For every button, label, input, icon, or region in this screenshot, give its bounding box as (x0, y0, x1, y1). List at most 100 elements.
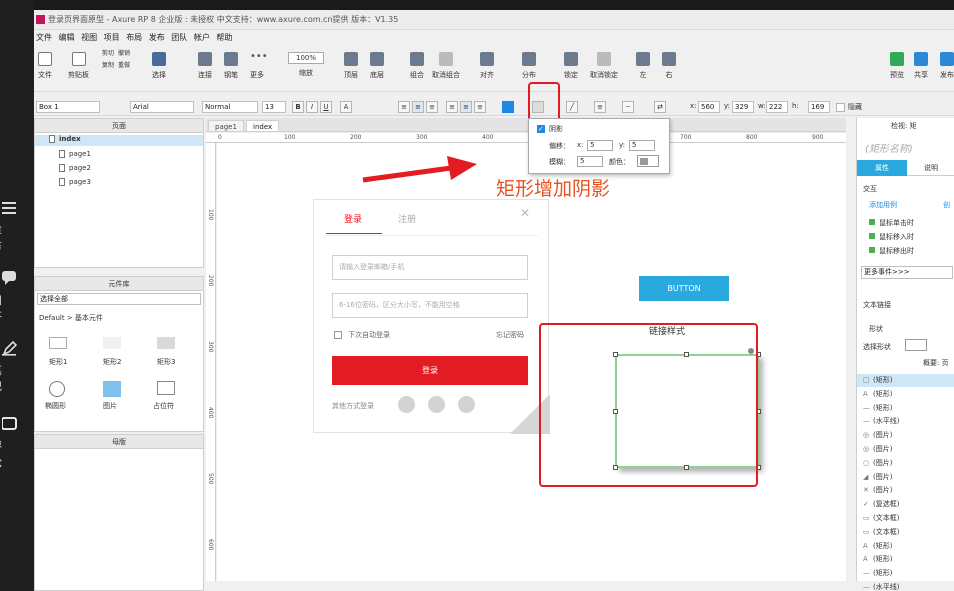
hidden-checkbox[interactable] (836, 103, 845, 112)
menu-edit[interactable]: 编辑 (57, 31, 77, 45)
valign-top-button[interactable]: ≡ (446, 101, 458, 113)
redo-button[interactable]: 重做 (118, 60, 130, 69)
page-item-page3[interactable]: page3 (59, 178, 91, 186)
menu-team[interactable]: 团队 (169, 31, 189, 45)
weibo-icon[interactable] (458, 396, 475, 413)
outline-row[interactable]: ✓ (复选框) (857, 498, 954, 511)
unlock-button[interactable]: 取消锁定 (590, 52, 618, 80)
valign-bottom-button[interactable]: ≡ (474, 101, 486, 113)
y-input[interactable]: 329 (732, 101, 754, 113)
valign-middle-button[interactable]: ≡ (460, 101, 472, 113)
page-item-index[interactable]: index (35, 135, 203, 146)
login-tab[interactable]: 登录 (344, 212, 362, 225)
shadow-checkbox[interactable]: ✓ (537, 125, 545, 133)
copy-button[interactable]: 复制 (102, 60, 114, 69)
align-left-button[interactable]: 左 (636, 52, 650, 80)
widget-name-field[interactable]: (矩形名称) (865, 140, 913, 155)
create-link[interactable]: 创 (943, 200, 950, 210)
line-width-button[interactable]: ≡ (594, 101, 606, 113)
login-submit-button[interactable]: 登录 (332, 356, 528, 385)
rectangle1-widget[interactable] (49, 337, 67, 349)
line-style-button[interactable]: ┄ (622, 101, 634, 113)
w-input[interactable]: 222 (766, 101, 788, 113)
register-tab[interactable]: 注册 (398, 212, 416, 225)
remember-checkbox[interactable] (334, 331, 342, 339)
zoom-select[interactable]: 100% 缩放 (288, 52, 324, 78)
interaction-header[interactable]: 交互 (863, 184, 877, 194)
offset-y-input[interactable]: 5 (629, 140, 655, 151)
offset-x-input[interactable]: 5 (587, 140, 613, 151)
lock-button[interactable]: 锁定 (564, 52, 578, 80)
outline-row[interactable]: □ (矩形) (857, 374, 954, 387)
close-icon[interactable]: ✕ (520, 206, 530, 220)
text-link-section[interactable]: 文本链接 (863, 300, 891, 310)
preview-button[interactable]: 预览 (890, 52, 904, 80)
x-input[interactable]: 560 (698, 101, 720, 113)
font-select[interactable]: Arial (130, 101, 194, 113)
outline-row[interactable]: — (矩形) (857, 567, 954, 580)
clipboard-button[interactable]: 剪贴板 (68, 52, 89, 80)
outline-row[interactable]: A (矩形) (857, 540, 954, 553)
file-button[interactable]: 文件 (38, 52, 52, 80)
italic-button[interactable]: I (306, 101, 318, 113)
library-folder[interactable]: Default > 基本元件 (39, 313, 103, 323)
button-widget[interactable]: BUTTON (639, 276, 729, 301)
login-card[interactable]: 登录 注册 ✕ 请输入登录邮箱/手机 6-16位密码，区分大小写，不能用空格 下… (313, 199, 550, 434)
bring-top-button[interactable]: 顶层 (344, 52, 358, 80)
arrow-style-button[interactable]: ⇄ (654, 101, 666, 113)
bold-button[interactable]: B (292, 101, 304, 113)
font-size-select[interactable]: 13 (262, 101, 286, 113)
outline-row[interactable]: ◎ (图片) (857, 443, 954, 456)
share-button[interactable]: 共享 (914, 52, 928, 80)
event-mouseleave[interactable]: 鼠标移出时 (869, 246, 914, 256)
ungroup-button[interactable]: 取消组合 (432, 52, 460, 80)
style-select[interactable]: Normal (202, 101, 258, 113)
publish-button[interactable]: 发布 (940, 52, 954, 80)
menu-publish[interactable]: 发布 (147, 31, 167, 45)
connect-button[interactable]: 连接 (198, 52, 212, 80)
placeholder-widget-icon[interactable] (157, 381, 175, 395)
send-bottom-button[interactable]: 底层 (370, 52, 384, 80)
undo-button[interactable]: 撤销 (118, 48, 130, 57)
widget-name-select[interactable]: Box 1 (36, 101, 100, 113)
pen-button[interactable]: 钢笔 (224, 52, 238, 80)
outline-row[interactable]: ▭ (文本框) (857, 526, 954, 539)
sidebar-item-notes[interactable]: 笔记 (0, 340, 34, 400)
wechat-icon[interactable] (428, 396, 445, 413)
outline-row[interactable]: — (矩形) (857, 402, 954, 415)
align-right-button[interactable]: 右 (662, 52, 676, 80)
align-left-text-button[interactable]: ≡ (398, 101, 410, 113)
password-field[interactable]: 6-16位密码，区分大小写，不能用空格 (332, 293, 528, 318)
outline-row[interactable]: ✕ (图片) (857, 484, 954, 497)
cut-button[interactable]: 剪切 (102, 48, 114, 57)
h-input[interactable]: 169 (808, 101, 830, 113)
menu-account[interactable]: 帐户 (192, 31, 212, 45)
fill-color-button[interactable] (502, 101, 514, 113)
font-color-button[interactable]: A (340, 101, 352, 113)
forgot-password-link[interactable]: 忘记密码 (496, 330, 524, 340)
blur-input[interactable]: 5 (577, 156, 603, 167)
shape-picker[interactable] (905, 339, 927, 351)
menu-layout[interactable]: 布局 (124, 31, 144, 45)
shape-section[interactable]: 形状 (869, 324, 883, 334)
page-item-page1[interactable]: page1 (59, 150, 91, 158)
outline-row[interactable]: — (水平线) (857, 581, 954, 591)
outline-row[interactable]: A (矩形) (857, 553, 954, 566)
library-select[interactable]: 选择全部 (37, 293, 201, 305)
image-widget-icon[interactable] (103, 381, 121, 397)
menu-file[interactable]: 文件 (34, 31, 54, 45)
page-item-page2[interactable]: page2 (59, 164, 91, 172)
email-field[interactable]: 请输入登录邮箱/手机 (332, 255, 528, 280)
add-case-link[interactable]: 添加用例 (869, 200, 897, 210)
sidebar-item-chapters[interactable]: 章节 (0, 200, 34, 260)
underline-button[interactable]: U (320, 101, 332, 113)
ellipse-widget[interactable] (49, 381, 65, 397)
group-button[interactable]: 组合 (410, 52, 424, 80)
menu-view[interactable]: 视图 (79, 31, 99, 45)
qq-icon[interactable] (398, 396, 415, 413)
tab-notes[interactable]: 说明 (907, 160, 954, 176)
tab-properties[interactable]: 属性 (857, 160, 907, 176)
distribute-button[interactable]: 分布 (522, 52, 536, 80)
sidebar-item-comments[interactable]: 评论 (0, 416, 34, 476)
align-center-text-button[interactable]: ≡ (412, 101, 424, 113)
